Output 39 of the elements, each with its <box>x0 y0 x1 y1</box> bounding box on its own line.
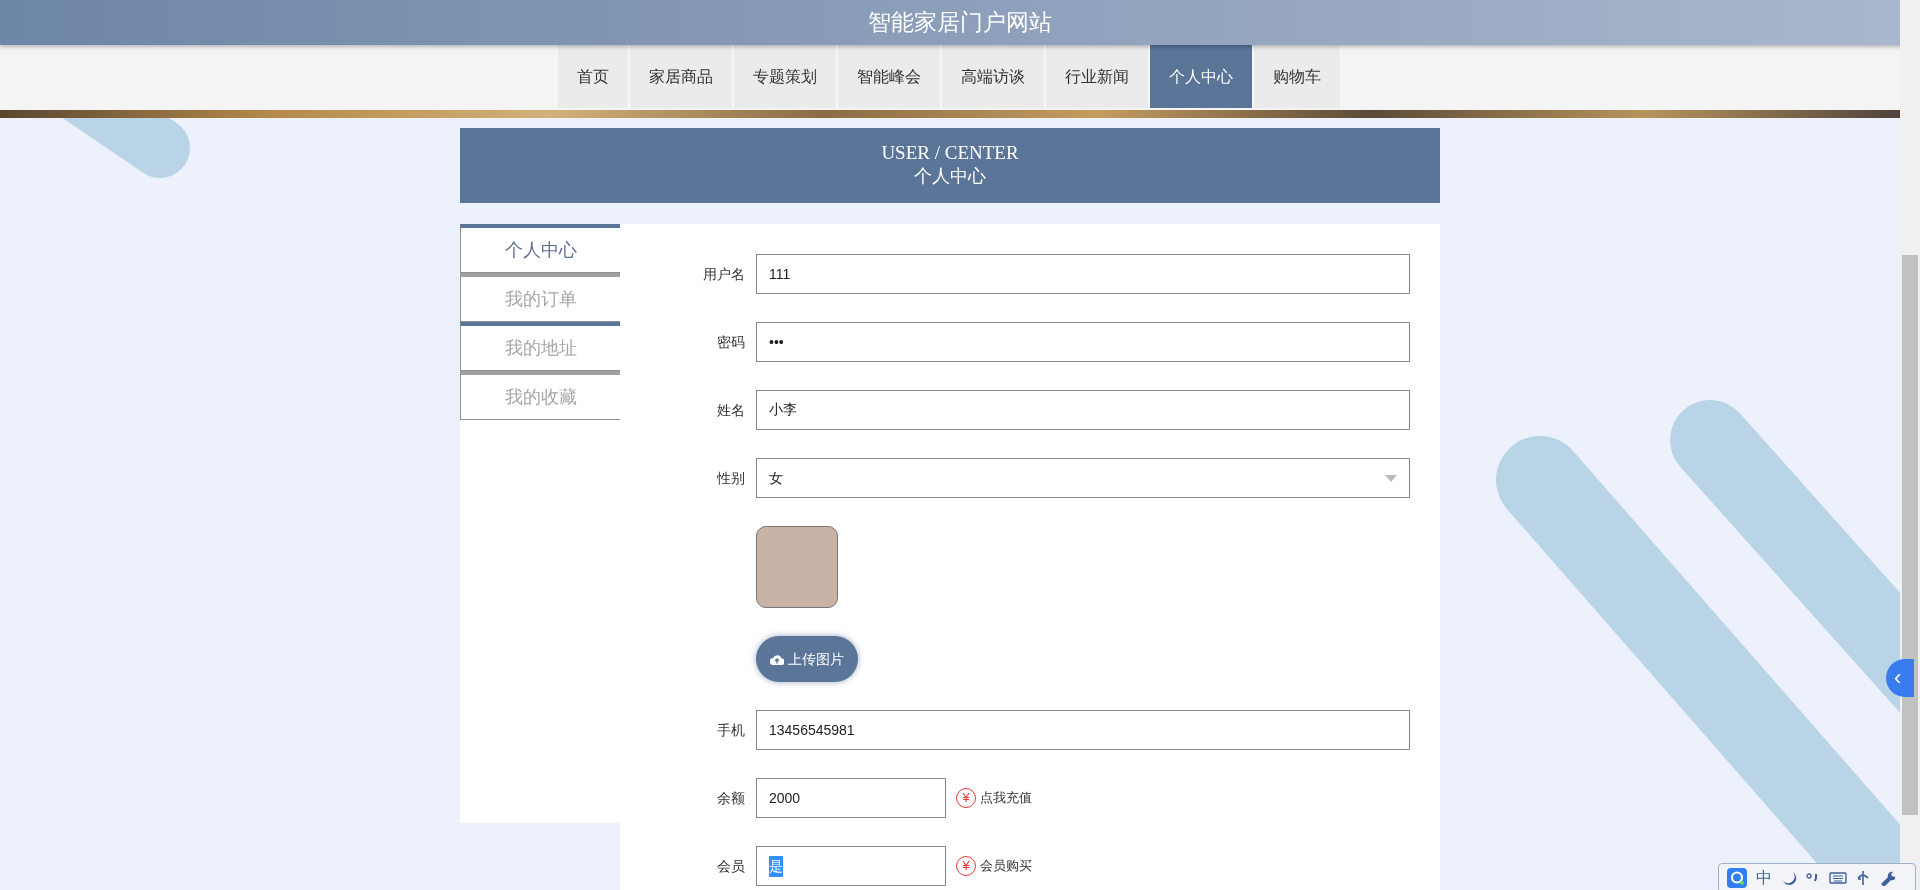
action-link[interactable]: 点我充值 <box>980 788 1032 808</box>
field-label: 密码 <box>716 332 746 352</box>
field-label: 性别 <box>715 468 746 488</box>
keyboard-icon[interactable] <box>1829 872 1847 884</box>
cloud-upload-icon <box>770 653 784 665</box>
field-label: 姓名 <box>716 400 746 420</box>
text-field[interactable]: ••• <box>756 322 1410 362</box>
text-field[interactable]: 13456545981 <box>756 710 1410 750</box>
moon-icon[interactable] <box>1781 870 1797 886</box>
field-label: 手机 <box>716 720 746 740</box>
nav-tab[interactable]: 智能峰会 <box>838 45 942 108</box>
action-link[interactable]: 会员购买 <box>980 856 1032 876</box>
upload-button[interactable]: 上传图片 <box>756 636 858 682</box>
text-field[interactable]: 小李 <box>756 390 1410 430</box>
site-title: 智能家居门户网站 <box>868 8 1052 38</box>
ime-logo-icon[interactable] <box>1727 868 1747 888</box>
punctuation-icon[interactable] <box>1806 873 1820 883</box>
ime-mode-label[interactable]: 中 <box>1756 866 1772 890</box>
text-field[interactable]: 111 <box>756 254 1410 294</box>
field-label: 会员 <box>716 856 746 876</box>
field-label: 用户名 <box>702 264 746 284</box>
scrollbar-thumb[interactable] <box>1902 255 1918 815</box>
wrench-icon[interactable] <box>1879 870 1895 886</box>
caret-icon <box>1385 474 1397 482</box>
scrollbar-track[interactable] <box>1900 0 1920 890</box>
field-label: 余额 <box>716 788 746 808</box>
nav-tab[interactable]: 专题策划 <box>734 45 838 108</box>
nav-tab[interactable]: 个人中心 <box>1150 45 1254 108</box>
split-icon[interactable] <box>1856 870 1870 886</box>
nav-tab[interactable]: 首页 <box>558 45 630 108</box>
nav-tab[interactable]: 高端访谈 <box>942 45 1046 108</box>
header-title-english: USER / CENTER <box>881 142 1019 166</box>
nav-tab[interactable]: 行业新闻 <box>1046 45 1150 108</box>
header-title-chinese: 个人中心 <box>914 165 986 189</box>
text-field[interactable]: 2000 <box>756 778 946 818</box>
select-field[interactable]: 女 <box>756 458 1410 498</box>
nav-tab[interactable]: 家居商品 <box>630 45 734 108</box>
sidebar-item[interactable]: 个人中心 <box>460 224 620 273</box>
nav-tab[interactable]: 购物车 <box>1254 45 1342 108</box>
